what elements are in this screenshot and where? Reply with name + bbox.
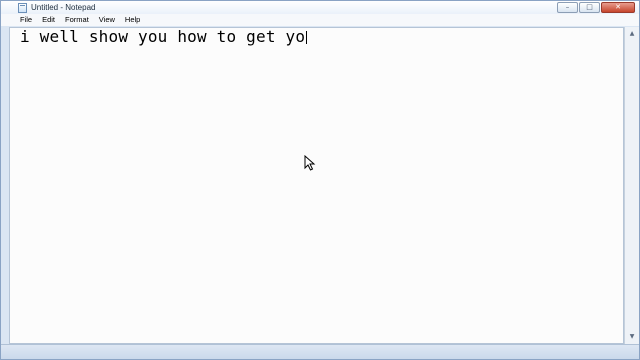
text-caret bbox=[306, 31, 308, 44]
vertical-scrollbar[interactable]: ▲ ▼ bbox=[624, 27, 639, 344]
menu-edit[interactable]: Edit bbox=[42, 14, 55, 26]
notepad-icon[interactable] bbox=[18, 2, 27, 13]
caption-buttons: – □ ✕ bbox=[557, 2, 635, 13]
close-button[interactable]: ✕ bbox=[601, 2, 635, 13]
scroll-down-icon[interactable]: ▼ bbox=[625, 330, 639, 344]
title-bar[interactable]: Untitled - Notepad – □ ✕ bbox=[1, 1, 639, 14]
menu-file[interactable]: File bbox=[20, 14, 32, 26]
notepad-window: Untitled - Notepad – □ ✕ File Edit Forma… bbox=[0, 0, 640, 360]
menu-view[interactable]: View bbox=[99, 14, 115, 26]
menu-help[interactable]: Help bbox=[125, 14, 140, 26]
maximize-button[interactable]: □ bbox=[579, 2, 600, 13]
menu-format[interactable]: Format bbox=[65, 14, 89, 26]
minimize-button[interactable]: – bbox=[557, 2, 578, 13]
editor-content: i well show you how to get yo bbox=[20, 27, 306, 46]
scroll-up-icon[interactable]: ▲ bbox=[625, 27, 639, 41]
menu-bar: File Edit Format View Help bbox=[1, 14, 639, 26]
text-editor-area[interactable]: i well show you how to get yo bbox=[9, 27, 624, 344]
window-bottom-frame bbox=[1, 344, 639, 359]
editor-text-line[interactable]: i well show you how to get yo bbox=[20, 27, 308, 46]
window-title: Untitled - Notepad bbox=[31, 3, 96, 12]
